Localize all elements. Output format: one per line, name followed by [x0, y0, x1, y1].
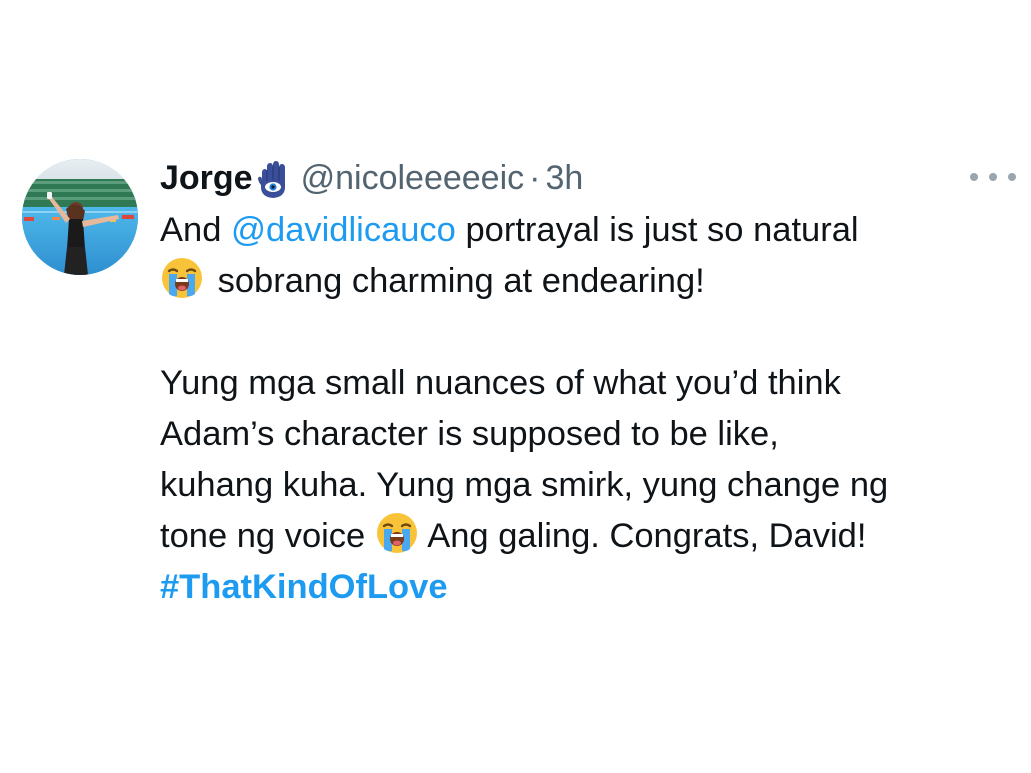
text-fragment: sobrang charming at endearing! — [217, 262, 705, 300]
more-options-icon[interactable] — [970, 162, 1016, 192]
loudly-crying-face-icon — [160, 256, 204, 300]
tweet-line: Adam’s character is supposed to be like, — [160, 415, 779, 453]
tweet-timestamp[interactable]: 3h — [545, 154, 583, 202]
loudly-crying-face-icon — [375, 511, 419, 555]
hamsa-hand-icon — [257, 161, 289, 199]
tweet-text: And @davidlicauco portrayal is just so n… — [160, 205, 1000, 613]
mention-link[interactable]: @davidlicauco — [231, 211, 456, 249]
tweet-line: And @davidlicauco portrayal is just so n… — [160, 205, 1000, 256]
text-fragment: And — [160, 211, 231, 249]
tweet-line: #ThatKindOfLove — [160, 562, 1000, 613]
author-handle[interactable]: @nicoleeeeeic — [301, 154, 525, 202]
tweet-line: Yung mga small nuances of what you’d thi… — [160, 364, 841, 402]
tweet-header: Jorge @nicoleeeeeic · 3h — [160, 154, 1000, 202]
text-fragment: Ang galing. Congrats, David! — [427, 517, 867, 555]
avatar[interactable] — [22, 159, 138, 275]
tweet-content: Jorge @nicoleeeeeic · 3h And @davidlicau… — [160, 154, 1016, 613]
tweet-line: sobrang charming at endearing! — [160, 256, 1000, 307]
tweet-line: kuhang kuha. Yung mga smirk, yung change… — [160, 466, 889, 504]
hashtag-link[interactable]: #ThatKindOfLove — [160, 568, 448, 606]
text-fragment: portrayal is just so natural — [455, 211, 859, 249]
author-name[interactable]: Jorge — [160, 154, 253, 202]
tweet-line: tone ng voice Ang galing. Congrats, Davi… — [160, 511, 1000, 562]
text-fragment: tone ng voice — [160, 517, 366, 555]
meta-separator: · — [529, 159, 541, 197]
